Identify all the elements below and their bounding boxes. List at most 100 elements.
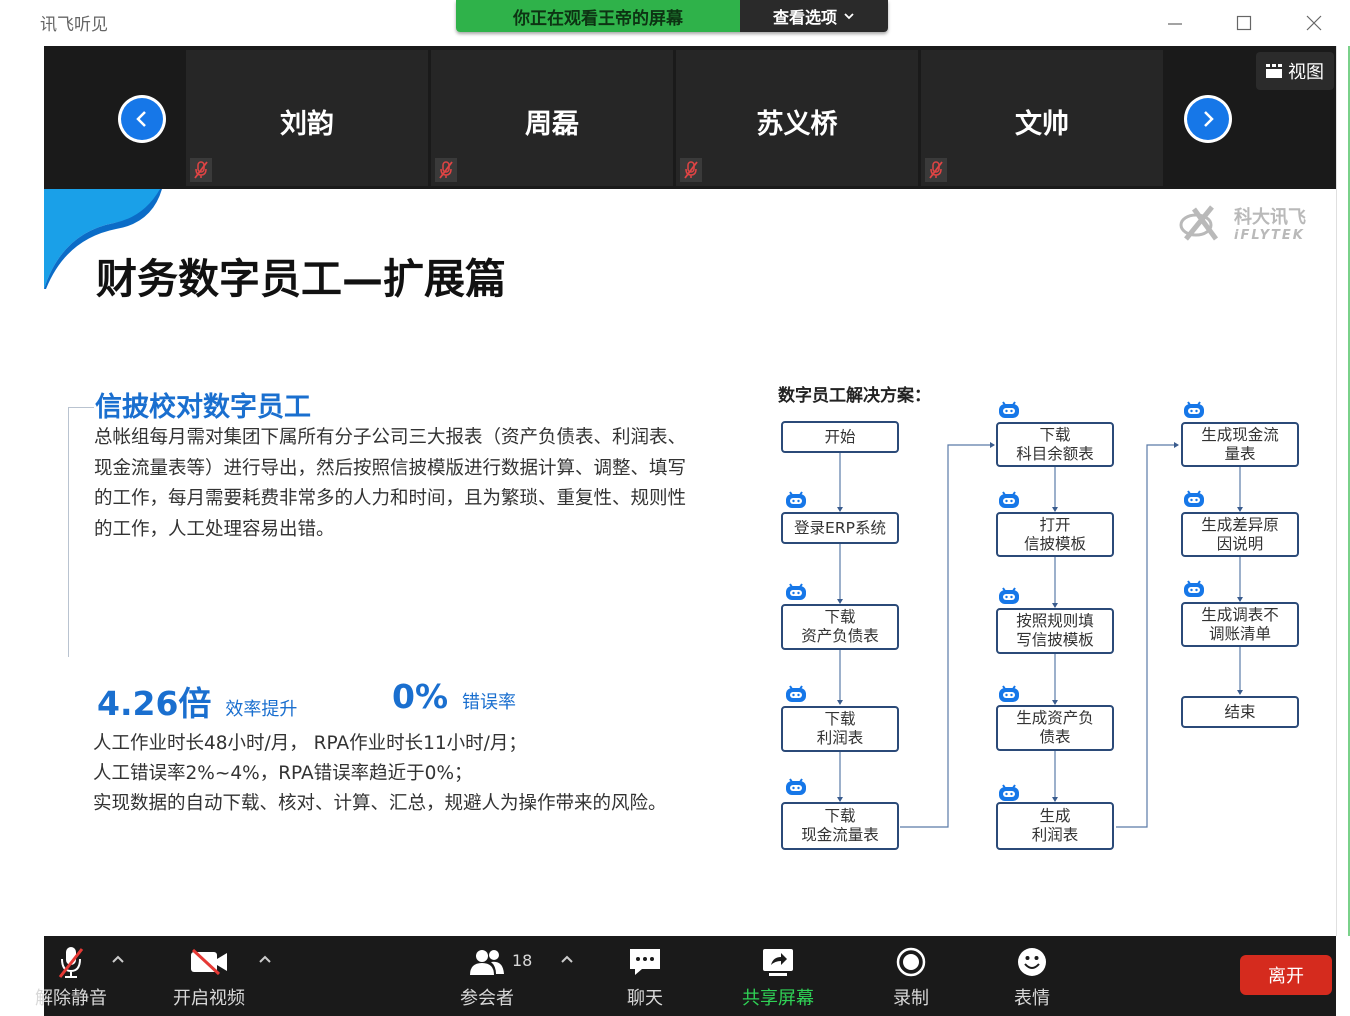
participants-label: 参会者 <box>460 988 514 1009</box>
flow-step-label: 生成资产负 债表 <box>1016 709 1094 746</box>
chevron-left-icon <box>136 111 146 127</box>
robot-icon <box>1184 580 1204 597</box>
flow-step-label: 生成 利润表 <box>1031 807 1079 844</box>
record-icon <box>896 947 926 977</box>
flow-step-label: 生成差异原 因说明 <box>1201 515 1279 553</box>
flow-step: 下载 资产负债表 <box>781 604 899 650</box>
view-options-button[interactable]: 查看选项 <box>740 0 888 32</box>
audio-options-caret-icon[interactable] <box>110 952 126 968</box>
flow-step: 生成 利润表 <box>996 802 1114 850</box>
flow-step-label: 结束 <box>1224 702 1256 721</box>
participants-icon <box>470 950 504 975</box>
chevron-right-icon <box>1204 111 1214 127</box>
flow-step: 下载 利润表 <box>781 706 899 752</box>
flow-step: 生成差异原 因说明 <box>1181 512 1299 557</box>
share-screen-icon <box>763 949 793 976</box>
robot-icon <box>786 685 806 702</box>
mic-muted-icon <box>925 158 947 182</box>
robot-icon <box>786 491 806 508</box>
participants-options-caret-icon[interactable] <box>559 952 575 968</box>
grid-view-icon <box>1266 64 1282 78</box>
flow-step: 按照规则填 写信披模板 <box>996 608 1114 654</box>
video-strip: 刘韵 周磊 苏义桥 文帅 <box>44 46 1336 189</box>
flow-step-label: 按照规则填 写信披模板 <box>1016 612 1094 649</box>
flow-step: 生成资产负 债表 <box>996 705 1114 751</box>
flow-step-label: 打开 信披模板 <box>1023 515 1086 553</box>
share-banner: 你正在观看王帝的屏幕 查看选项 <box>456 0 888 32</box>
chat-label: 聊天 <box>627 988 663 1009</box>
title-bar: 讯飞听见 你正在观看王帝的屏幕 查看选项 <box>0 0 1350 46</box>
close-button[interactable] <box>1299 8 1329 38</box>
unmute-button[interactable]: 解除静音 <box>26 944 116 1010</box>
minimize-button[interactable] <box>1160 8 1190 38</box>
participant-name: 周磊 <box>525 109 579 140</box>
flow-step-label: 下载 资产负债表 <box>801 608 879 645</box>
view-button[interactable]: 视图 <box>1256 52 1334 90</box>
video-options-caret-icon[interactable] <box>257 952 273 968</box>
window-edge <box>1336 46 1350 936</box>
robot-icon <box>999 784 1019 801</box>
robot-icon <box>999 491 1019 508</box>
mic-muted-icon <box>58 947 84 978</box>
flow-step-label: 生成调表不 调账清单 <box>1201 605 1279 643</box>
participant-count: 18 <box>512 951 533 970</box>
flow-step-label: 开始 <box>824 427 856 446</box>
robot-icon <box>786 778 806 795</box>
smiley-icon <box>1018 948 1046 976</box>
participant-name: 文帅 <box>1015 109 1069 140</box>
share-screen-label: 共享屏幕 <box>742 988 814 1009</box>
participant-tile[interactable]: 文帅 <box>921 50 1163 186</box>
shared-slide: 财务数字员工—扩展篇 科大讯飞 iFLYTEK 信披校对数字员工 总帐组每月需对… <box>44 189 1336 936</box>
reactions-label: 表情 <box>1014 988 1050 1009</box>
chat-button[interactable]: 聊天 <box>600 944 690 1010</box>
minimize-icon <box>1168 23 1182 25</box>
maximize-button[interactable] <box>1229 8 1259 38</box>
robot-icon <box>786 583 806 600</box>
flow-step-label: 下载 利润表 <box>816 710 864 747</box>
record-button[interactable]: 录制 <box>866 944 956 1010</box>
chat-icon <box>630 949 660 975</box>
previous-page-button[interactable] <box>118 95 166 143</box>
robot-icon <box>999 685 1019 702</box>
flow-step: 生成调表不 调账清单 <box>1181 602 1299 647</box>
mic-muted-icon <box>190 158 212 182</box>
flow-connectors <box>837 442 1243 828</box>
flow-step: 登录ERP系统 <box>781 512 899 544</box>
view-label: 视图 <box>1288 62 1324 83</box>
mic-muted-icon <box>680 158 702 182</box>
robot-icon <box>999 587 1019 604</box>
unmute-label: 解除静音 <box>35 988 107 1009</box>
flow-step: 生成现金流 量表 <box>1181 422 1299 467</box>
robot-icon <box>1184 490 1204 507</box>
start-video-label: 开启视频 <box>173 988 245 1009</box>
flow-step-label: 登录ERP系统 <box>794 518 886 537</box>
participant-tile[interactable]: 刘韵 <box>186 50 428 186</box>
meeting-toolbar: 解除静音 开启视频 参会者 18 聊天 共享屏幕 录制 表情 离开 <box>35 936 1336 1016</box>
share-status-text: 你正在观看王帝的屏幕 <box>456 0 740 32</box>
flow-step-label: 生成现金流 量表 <box>1201 425 1279 463</box>
meeting-window: 讯飞听见 你正在观看王帝的屏幕 查看选项 刘韵 周磊 苏义桥 文帅 视图 财务数… <box>0 0 1350 1016</box>
record-label: 录制 <box>893 988 929 1009</box>
start-video-button[interactable]: 开启视频 <box>164 944 254 1010</box>
robot-icon <box>1184 401 1204 418</box>
video-off-icon <box>191 948 227 976</box>
maximize-icon <box>1236 15 1252 31</box>
leave-button[interactable]: 离开 <box>1240 955 1332 995</box>
participant-name: 刘韵 <box>280 109 334 140</box>
robot-icon <box>999 401 1019 418</box>
participant-name: 苏义桥 <box>756 109 838 140</box>
flow-step: 下载 科目余额表 <box>996 422 1114 467</box>
close-icon <box>1306 15 1322 31</box>
mic-muted-icon <box>435 158 457 182</box>
participant-tile[interactable]: 周磊 <box>431 50 673 186</box>
view-options-label: 查看选项 <box>772 8 837 27</box>
flow-step: 结束 <box>1181 696 1299 728</box>
participant-tile[interactable]: 苏义桥 <box>676 50 918 186</box>
share-screen-button[interactable]: 共享屏幕 <box>733 944 823 1010</box>
chevron-down-icon <box>844 13 854 20</box>
next-page-button[interactable] <box>1184 95 1232 143</box>
flow-step-label: 下载 科目余额表 <box>1016 425 1094 463</box>
flow-step: 开始 <box>781 421 899 453</box>
app-title: 讯飞听见 <box>40 15 108 35</box>
reactions-button[interactable]: 表情 <box>987 944 1077 1010</box>
